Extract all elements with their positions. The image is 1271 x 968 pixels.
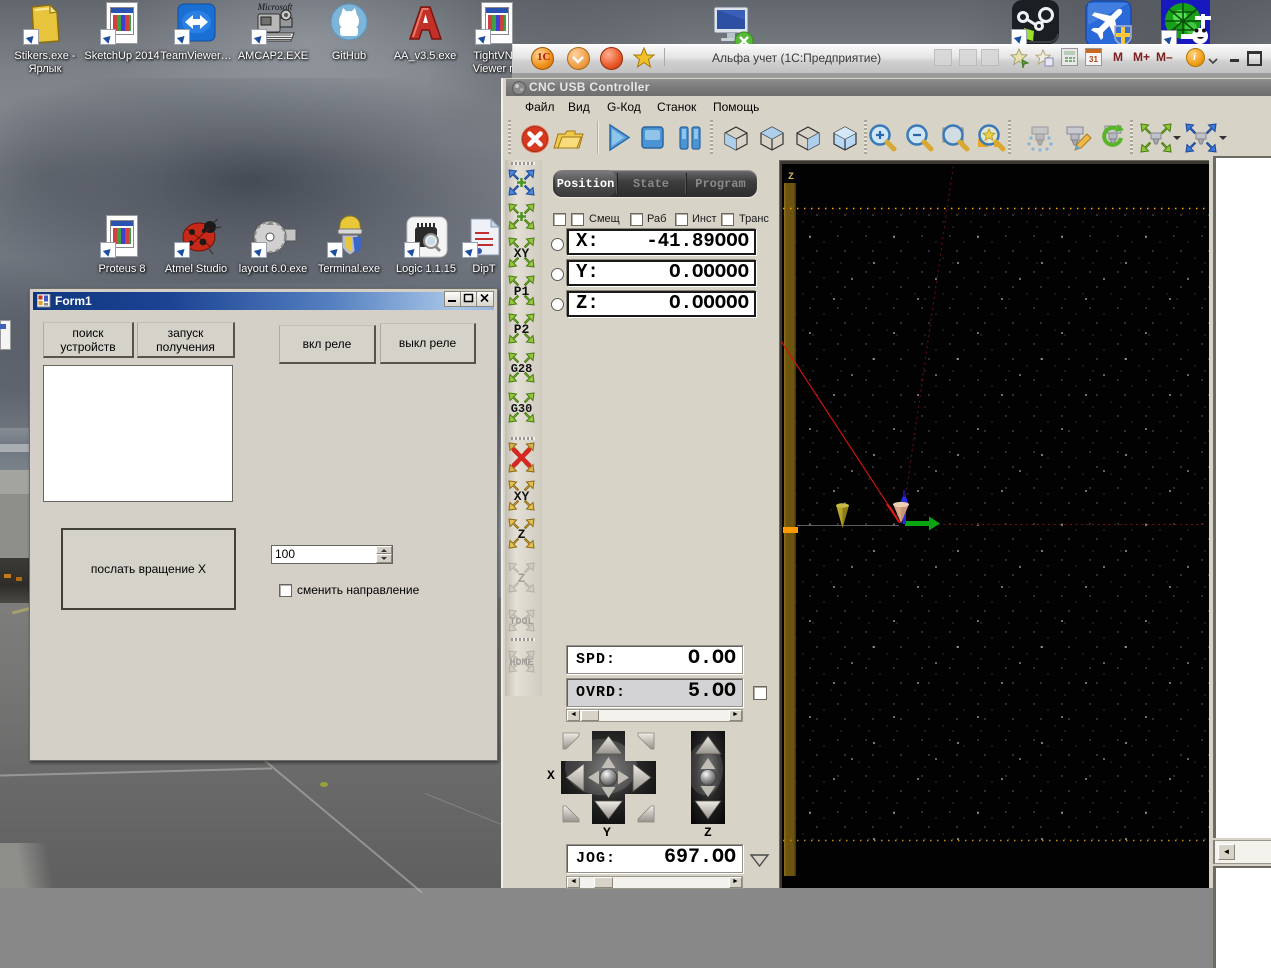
svg-text:Z: Z (788, 172, 794, 183)
svg-text:Z: Z (518, 571, 526, 586)
svg-text:Z: Z (518, 527, 526, 542)
svg-text:XY: XY (514, 246, 530, 261)
svg-text:P1: P1 (514, 284, 530, 299)
svg-text:31: 31 (1089, 55, 1098, 64)
svg-text:HOME: HOME (509, 658, 533, 669)
svg-text:P2: P2 (514, 322, 530, 337)
svg-text:TOOL: TOOL (509, 617, 533, 628)
svg-text:G30: G30 (511, 402, 533, 416)
svg-text:G28: G28 (511, 362, 533, 376)
svg-text:XY: XY (514, 489, 530, 504)
